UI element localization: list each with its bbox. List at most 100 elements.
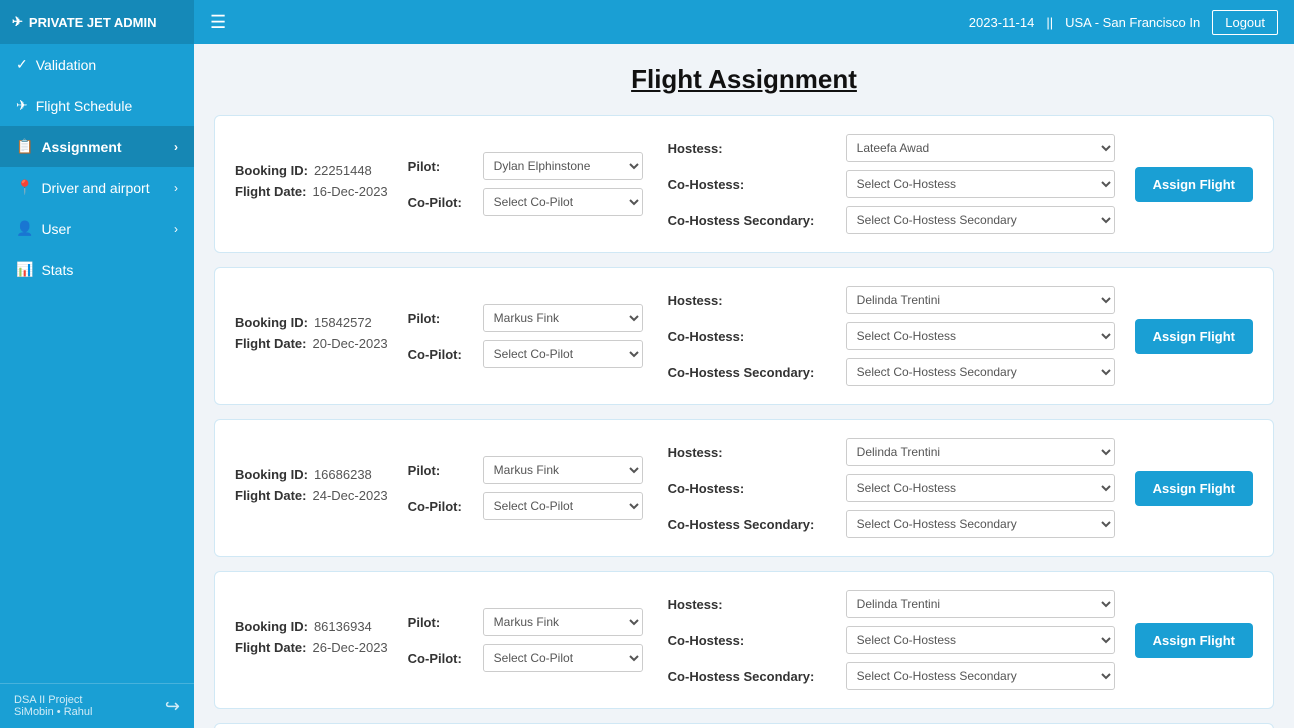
sidebar-item-validation[interactable]: ✓ Validation [0,44,194,85]
co-hostess-secondary-label-3: Co-Hostess Secondary: [668,669,838,684]
sidebar: ✈ PRIVATE JET ADMIN ✓ Validation ✈ Fligh… [0,0,194,728]
pilot-select-1[interactable]: Markus Fink [483,304,643,332]
assign-flight-button-0[interactable]: Assign Flight [1135,167,1253,202]
pilot-select-2[interactable]: Markus Fink [483,456,643,484]
hostess-label-1: Hostess: [668,293,838,308]
copilot-label-0: Co-Pilot: [408,195,473,210]
flight-date-label-2: Flight Date: [235,488,307,503]
sidebar-item-flight-schedule[interactable]: ✈ Flight Schedule [0,85,194,126]
co-hostess-select-1[interactable]: Select Co-Hostess [846,322,1115,350]
booking-info-3: Booking ID: 86136934 Flight Date: 26-Dec… [235,619,388,661]
topbar-date: 2023-11-14 [969,15,1035,30]
pilot-select-0[interactable]: Dylan Elphinstone [483,152,643,180]
topbar: ☰ 2023-11-14 || USA - San Francisco In L… [194,0,1294,44]
page-body: Flight Assignment Booking ID: 22251448 F… [194,44,1294,728]
co-hostess-label-0: Co-Hostess: [668,177,838,192]
crew-section-1: Pilot: Markus Fink Co-Pilot: Select Co-P… [408,304,648,368]
pilot-label-2: Pilot: [408,463,473,478]
booking-id-value-0: 22251448 [314,163,372,178]
assignment-label: Assignment [41,139,121,155]
copilot-label-2: Co-Pilot: [408,499,473,514]
topbar-left: ☰ [210,12,226,33]
page-title: Flight Assignment [214,64,1274,95]
booking-id-value-3: 86136934 [314,619,372,634]
sidebar-item-stats[interactable]: 📊 Stats [0,249,194,290]
assign-flight-button-2[interactable]: Assign Flight [1135,471,1253,506]
pilot-select-3[interactable]: Markus Fink [483,608,643,636]
copilot-select-3[interactable]: Select Co-Pilot [483,644,643,672]
hostess-section-2: Hostess: Delinda Trentini Co-Hostess: Se… [668,438,1115,538]
user-icon: 👤 [16,220,33,237]
flight-date-value-2: 24-Dec-2023 [313,488,388,503]
booking-id-value-1: 15842572 [314,315,372,330]
copilot-select-0[interactable]: Select Co-Pilot [483,188,643,216]
logo-text: PRIVATE JET ADMIN [29,15,157,30]
co-hostess-secondary-select-1[interactable]: Select Co-Hostess Secondary [846,358,1115,386]
logo-icon: ✈ [12,14,23,30]
logout-button[interactable]: Logout [1212,10,1278,35]
assign-flight-button-3[interactable]: Assign Flight [1135,623,1253,658]
booking-info-1: Booking ID: 15842572 Flight Date: 20-Dec… [235,315,388,357]
assignment-icon: 📋 [16,138,33,155]
topbar-separator: || [1046,15,1053,30]
co-hostess-secondary-select-3[interactable]: Select Co-Hostess Secondary [846,662,1115,690]
copilot-select-1[interactable]: Select Co-Pilot [483,340,643,368]
hostess-section-3: Hostess: Delinda Trentini Co-Hostess: Se… [668,590,1115,690]
assignment-chevron: › [174,140,178,154]
flight-card: Booking ID: 22251448 Flight Date: 16-Dec… [214,115,1274,253]
sidebar-item-user[interactable]: 👤 User › [0,208,194,249]
co-hostess-select-0[interactable]: Select Co-Hostess [846,170,1115,198]
co-hostess-label-1: Co-Hostess: [668,329,838,344]
copilot-label-3: Co-Pilot: [408,651,473,666]
topbar-location: USA - San Francisco In [1065,15,1200,30]
flight-date-value-0: 16-Dec-2023 [313,184,388,199]
booking-info-2: Booking ID: 16686238 Flight Date: 24-Dec… [235,467,388,509]
assign-flight-button-1[interactable]: Assign Flight [1135,319,1253,354]
app-logo: ✈ PRIVATE JET ADMIN [0,0,194,44]
stats-icon: 📊 [16,261,33,278]
crew-section-2: Pilot: Markus Fink Co-Pilot: Select Co-P… [408,456,648,520]
co-hostess-label-3: Co-Hostess: [668,633,838,648]
validation-icon: ✓ [16,56,28,73]
hostess-select-3[interactable]: Delinda Trentini [846,590,1115,618]
co-hostess-secondary-label-2: Co-Hostess Secondary: [668,517,838,532]
co-hostess-secondary-select-2[interactable]: Select Co-Hostess Secondary [846,510,1115,538]
hostess-section-0: Hostess: Lateefa Awad Co-Hostess: Select… [668,134,1115,234]
sidebar-nav: ✓ Validation ✈ Flight Schedule 📋 Assignm… [0,44,194,683]
booking-id-value-2: 16686238 [314,467,372,482]
crew-section-3: Pilot: Markus Fink Co-Pilot: Select Co-P… [408,608,648,672]
hostess-select-1[interactable]: Delinda Trentini [846,286,1115,314]
co-hostess-select-2[interactable]: Select Co-Hostess [846,474,1115,502]
booking-id-label-0: Booking ID: [235,163,308,178]
copilot-select-2[interactable]: Select Co-Pilot [483,492,643,520]
flight-date-value-1: 20-Dec-2023 [313,336,388,351]
main-content: ☰ 2023-11-14 || USA - San Francisco In L… [194,0,1294,728]
flight-date-value-3: 26-Dec-2023 [313,640,388,655]
pilot-label-0: Pilot: [408,159,473,174]
topbar-right: 2023-11-14 || USA - San Francisco In Log… [969,10,1278,35]
flight-card: Booking ID: 86136934 Flight Date: 26-Dec… [214,571,1274,709]
sidebar-item-driver-and-airport[interactable]: 📍 Driver and airport › [0,167,194,208]
logout-icon[interactable]: ↪ [165,696,180,717]
hostess-select-2[interactable]: Delinda Trentini [846,438,1115,466]
co-hostess-secondary-select-0[interactable]: Select Co-Hostess Secondary [846,206,1115,234]
hostess-section-1: Hostess: Delinda Trentini Co-Hostess: Se… [668,286,1115,386]
co-hostess-label-2: Co-Hostess: [668,481,838,496]
flight-card: Booking ID: 93201403 Flight Date: Pilot:… [214,723,1274,728]
co-hostess-select-3[interactable]: Select Co-Hostess [846,626,1115,654]
validation-label: Validation [36,57,96,73]
booking-id-label-3: Booking ID: [235,619,308,634]
menu-icon[interactable]: ☰ [210,12,226,33]
user-label: User [41,221,71,237]
driver-and-airport-chevron: › [174,181,178,195]
flight-schedule-label: Flight Schedule [36,98,133,114]
sidebar-item-assignment[interactable]: 📋 Assignment › [0,126,194,167]
hostess-select-0[interactable]: Lateefa Awad [846,134,1115,162]
flight-card: Booking ID: 16686238 Flight Date: 24-Dec… [214,419,1274,557]
hostess-label-2: Hostess: [668,445,838,460]
flight-date-label-1: Flight Date: [235,336,307,351]
flights-container: Booking ID: 22251448 Flight Date: 16-Dec… [214,115,1274,728]
sidebar-footer: DSA II Project SiMobin • Rahul ↪ [0,683,194,728]
copilot-label-1: Co-Pilot: [408,347,473,362]
flight-schedule-icon: ✈ [16,97,28,114]
